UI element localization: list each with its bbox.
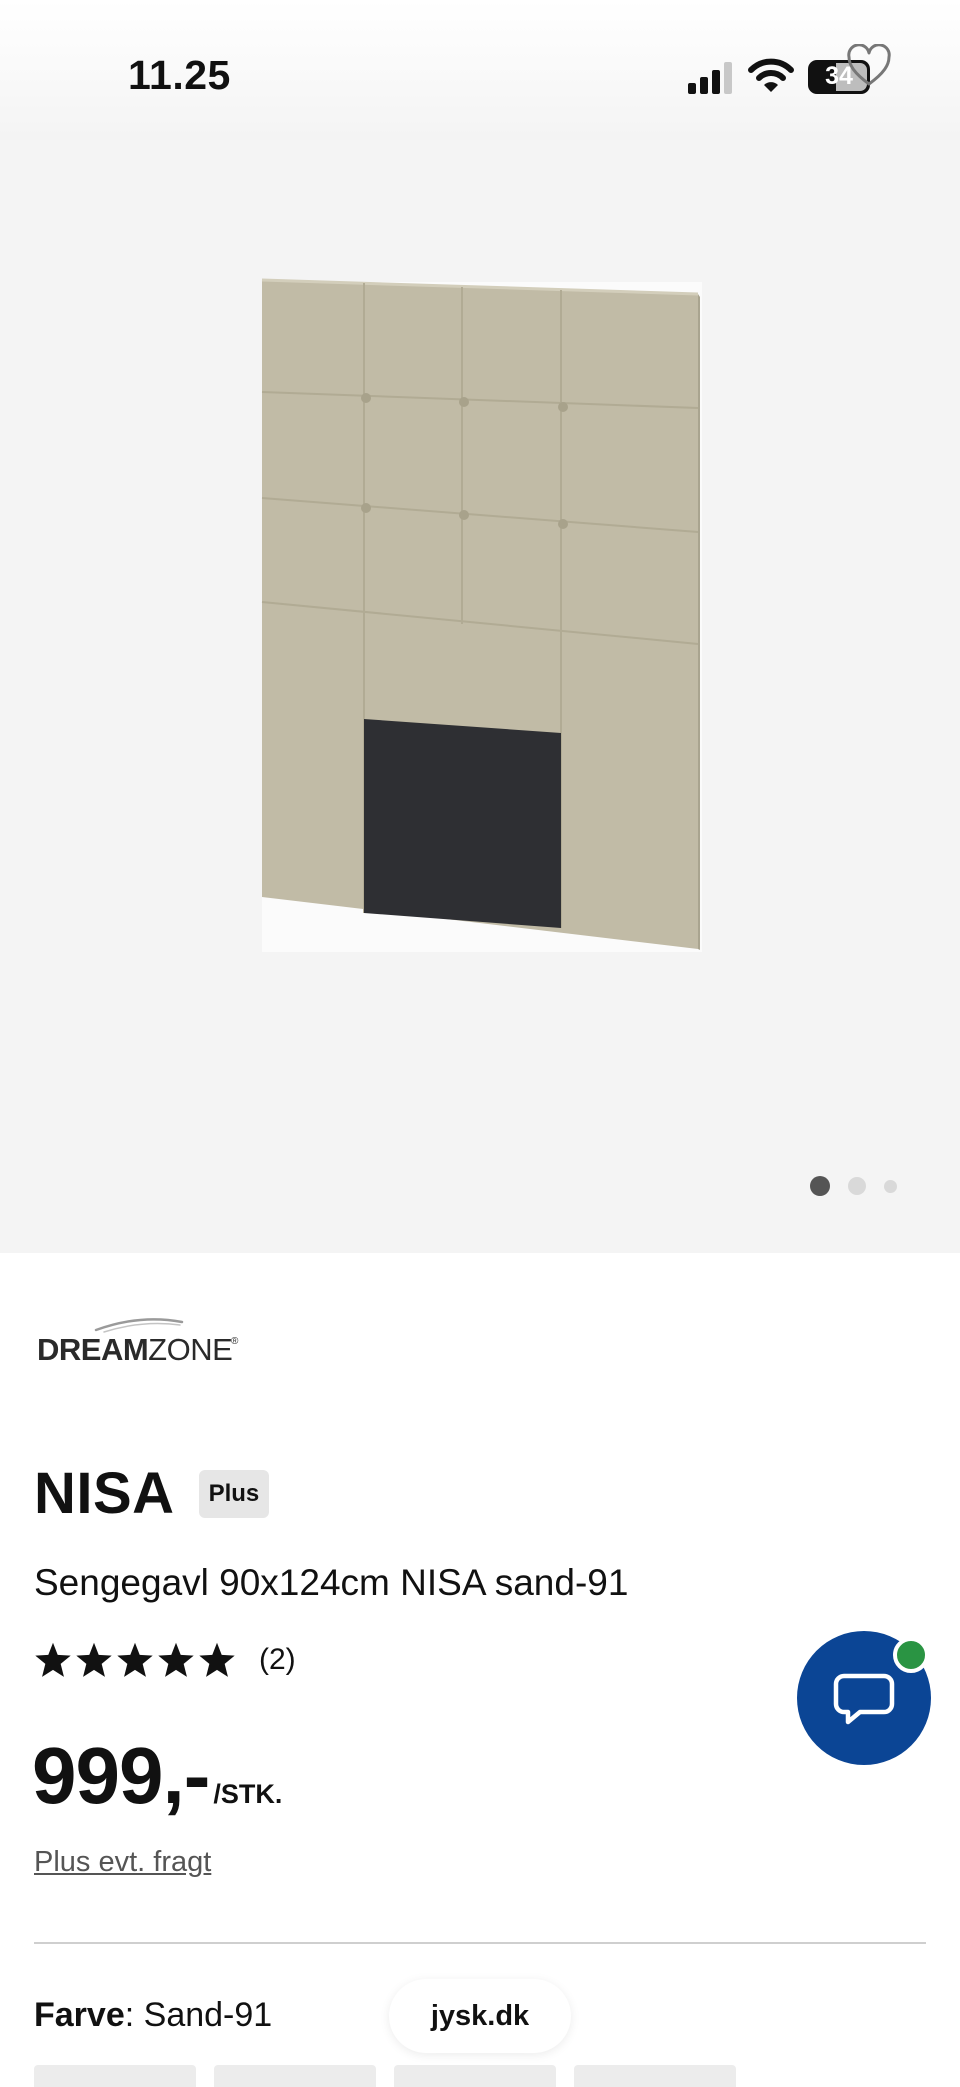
color-swatch[interactable] — [34, 2065, 196, 2087]
carousel-indicator — [810, 1175, 897, 1197]
wifi-icon — [748, 58, 794, 92]
brand-logo[interactable]: DREAMZONE ® — [34, 1308, 244, 1368]
carousel-dot-3[interactable] — [884, 1179, 897, 1193]
signal-icon — [688, 62, 732, 94]
color-label: Farve — [34, 1996, 125, 2034]
online-status-dot — [893, 1637, 929, 1673]
color-swatch[interactable] — [574, 2065, 736, 2087]
rating[interactable]: (2) — [34, 1642, 296, 1678]
color-swatches — [34, 2065, 736, 2087]
svg-text:®: ® — [231, 1336, 239, 1347]
color-swatch[interactable] — [214, 2065, 376, 2087]
heart-icon[interactable] — [846, 44, 892, 88]
carousel-dot-2[interactable] — [848, 1177, 866, 1195]
plus-badge: Plus — [198, 1469, 270, 1518]
browser-address-pill[interactable]: jysk.dk — [389, 1979, 571, 2053]
product-image — [261, 278, 702, 952]
price-unit: /STK. — [213, 1779, 283, 1809]
svg-text:DREAMZONE: DREAMZONE — [37, 1332, 232, 1367]
chat-bubble-icon — [833, 1673, 895, 1725]
color-value: Sand-91 — [143, 1996, 273, 2034]
color-separator: : — [124, 1996, 144, 2034]
product-title-row: NISA Plus — [34, 1460, 270, 1527]
status-time: 11.25 — [128, 52, 231, 98]
shipping-link[interactable]: Plus evt. fragt — [34, 1846, 211, 1879]
product-subtitle: Sengegavl 90x124cm NISA sand-91 — [34, 1562, 629, 1603]
divider — [34, 1942, 926, 1944]
color-swatch[interactable] — [394, 2065, 556, 2087]
star-icon — [76, 1642, 112, 1677]
price-value: 999,- — [32, 1731, 210, 1820]
product-name: NISA — [34, 1461, 175, 1526]
color-selector-label: Farve: Sand-91 — [34, 1996, 272, 2035]
review-count[interactable]: (2) — [259, 1643, 296, 1677]
star-icon — [158, 1642, 194, 1677]
star-icon — [117, 1642, 153, 1677]
price: 999,- /STK. — [32, 1730, 282, 1822]
chat-button[interactable] — [797, 1631, 931, 1765]
status-bar: 11.25 34 — [0, 0, 960, 140]
carousel-dot-1[interactable] — [810, 1176, 830, 1196]
star-icon — [35, 1642, 71, 1677]
star-icon — [199, 1642, 235, 1677]
product-gallery[interactable]: 11.25 34 — [0, 0, 960, 1253]
